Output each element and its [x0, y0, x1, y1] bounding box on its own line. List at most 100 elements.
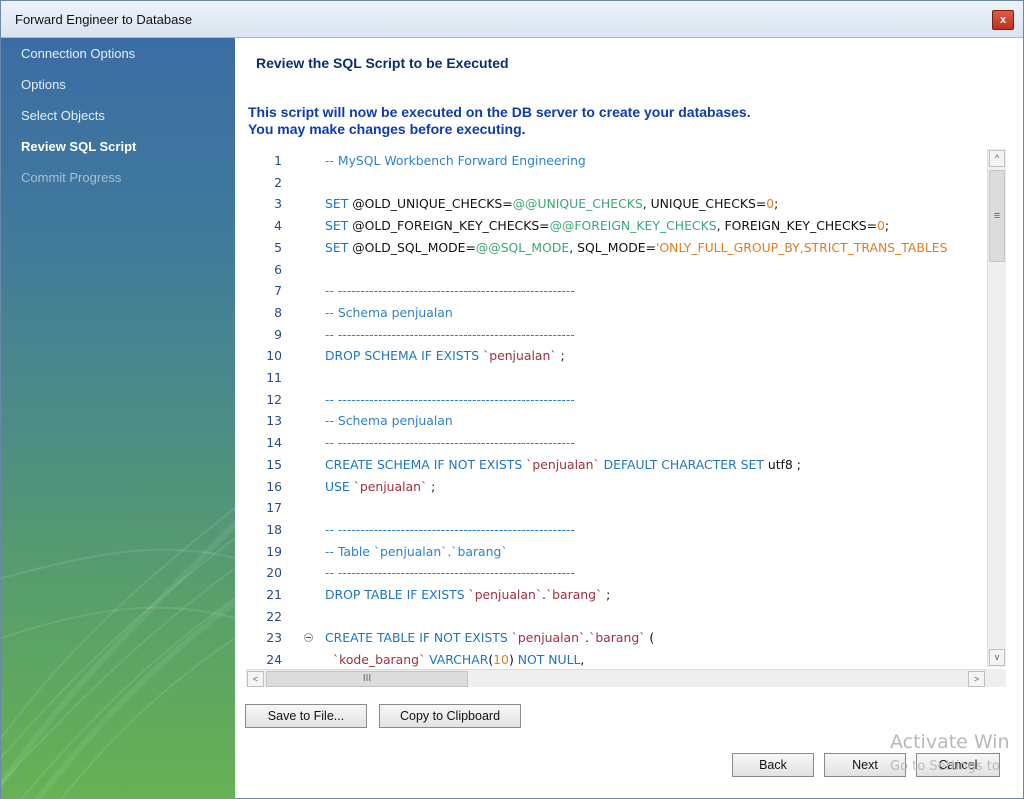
code-token: -- Schema penjualan	[325, 413, 453, 429]
line-number: 1	[274, 153, 282, 168]
code-token: `barang`	[545, 587, 603, 602]
code-line[interactable]: 19 -- Table `penjualan`.`barang`	[246, 542, 987, 562]
code-token: -- -------------------------------------…	[325, 435, 575, 451]
code-token: -- -------------------------------------…	[325, 565, 575, 581]
code-token: (	[645, 630, 655, 646]
scroll-down-button[interactable]: v	[989, 649, 1005, 666]
code-token: CREATE TABLE IF NOT EXISTS	[325, 630, 512, 646]
code-line[interactable]: 11	[246, 368, 987, 388]
sidebar-item-select-objects[interactable]: Select Objects	[21, 108, 105, 123]
code-line[interactable]: 3 SET @OLD_UNIQUE_CHECKS=@@UNIQUE_CHECKS,…	[246, 194, 987, 214]
code-line[interactable]: 1 -- MySQL Workbench Forward Engineering	[246, 151, 987, 171]
code-line[interactable]: 6	[246, 260, 987, 280]
scroll-right-button[interactable]: >	[968, 671, 985, 687]
code-line[interactable]: 23 CREATE TABLE IF NOT EXISTS `penjualan`…	[246, 628, 987, 648]
code-token: 10	[493, 652, 509, 667]
chevron-down-icon: v	[994, 652, 1000, 662]
code-token: SET	[325, 239, 353, 255]
code-line[interactable]: 17	[246, 498, 987, 518]
line-number: 20	[266, 565, 282, 581]
code-token: `penjualan`	[511, 630, 586, 646]
scroll-up-button[interactable]: ^	[989, 150, 1005, 167]
code-token: @OLD_FOREIGN_KEY_CHECKS=	[352, 218, 550, 234]
code-token: DROP SCHEMA IF EXISTS	[325, 348, 484, 364]
code-line[interactable]: 24 `kode_barang` VARCHAR(10) NOT NULL,	[246, 650, 987, 667]
code-text: CREATE TABLE IF NOT EXISTS `penjualan`.`…	[325, 628, 654, 648]
code-text: -- -------------------------------------…	[325, 390, 575, 410]
code-line[interactable]: 16 USE `penjualan` ;	[246, 477, 987, 497]
code-text: -- -------------------------------------…	[325, 520, 575, 540]
line-number: 10	[266, 348, 282, 364]
title-bar: Forward Engineer to Database x	[1, 1, 1023, 38]
code-token: `barang`	[589, 630, 646, 646]
close-button[interactable]: x	[992, 10, 1014, 30]
code-line[interactable]: 10 DROP SCHEMA IF EXISTS `penjualan` ;	[246, 346, 987, 366]
code-line[interactable]: 7 -- ------------------------------------…	[246, 281, 987, 301]
code-token: NOT NULL	[517, 652, 581, 667]
line-number: 12	[266, 391, 282, 407]
back-button[interactable]: Back	[732, 753, 814, 777]
code-token: @@UNIQUE_CHECKS	[512, 196, 643, 212]
close-icon: x	[999, 14, 1007, 26]
chevron-right-icon: >	[973, 674, 980, 684]
code-token: -- Table `penjualan`.`barang`	[325, 543, 508, 559]
sidebar-item-review-sql-script[interactable]: Review SQL Script	[21, 139, 136, 154]
code-token: ,	[580, 652, 585, 667]
vertical-scrollbar[interactable]: ^ ≡ v	[987, 149, 1006, 667]
copy-to-clipboard-button[interactable]: Copy to Clipboard	[379, 704, 521, 728]
description-line-1: This script will now be executed on the …	[248, 104, 751, 120]
code-line[interactable]: 15 CREATE SCHEMA IF NOT EXISTS `penjualan…	[246, 455, 987, 475]
code-line[interactable]: 14 -- -----------------------------------…	[246, 433, 987, 453]
code-line[interactable]: 2	[246, 173, 987, 193]
code-line[interactable]: 20 -- -----------------------------------…	[246, 563, 987, 583]
horizontal-scrollbar[interactable]: < III >	[246, 669, 987, 687]
code-token: -- -------------------------------------…	[325, 521, 575, 537]
code-token: ;	[774, 196, 779, 212]
code-text: SET @OLD_UNIQUE_CHECKS=@@UNIQUE_CHECKS, …	[325, 194, 778, 214]
code-token: 'ONLY_FULL_GROUP_BY,STRICT_TRANS_TABLES	[656, 239, 948, 255]
code-token: DROP TABLE IF EXISTS	[325, 587, 469, 602]
code-line[interactable]: 9 -- ------------------------------------…	[246, 325, 987, 345]
code-token: , SQL_MODE=	[569, 239, 657, 255]
save-to-file-button[interactable]: Save to File...	[245, 704, 367, 728]
code-token: SET	[325, 196, 353, 212]
sidebar-item-connection-options[interactable]: Connection Options	[21, 46, 135, 61]
code-token: `penjualan`	[468, 587, 543, 602]
code-line[interactable]: 4 SET @OLD_FOREIGN_KEY_CHECKS=@@FOREIGN_K…	[246, 216, 987, 236]
code-line[interactable]: 12 -- -----------------------------------…	[246, 390, 987, 410]
code-line[interactable]: 13 -- Schema penjualan	[246, 411, 987, 431]
code-text: -- -------------------------------------…	[325, 433, 575, 453]
code-token: @@SQL_MODE	[475, 239, 570, 255]
line-number: 4	[274, 218, 282, 234]
activation-watermark-line-2: Go to Settings to	[890, 759, 1000, 774]
horizontal-scroll-thumb[interactable]: III	[266, 671, 468, 687]
code-line[interactable]: 5 SET @OLD_SQL_MODE=@@SQL_MODE, SQL_MODE=…	[246, 238, 987, 258]
sidebar-item-options[interactable]: Options	[21, 77, 66, 92]
code-token: ;	[427, 478, 436, 494]
code-line[interactable]: 22	[246, 607, 987, 627]
sidebar-item-commit-progress: Commit Progress	[21, 170, 122, 185]
activation-watermark-line-1: Activate Win	[890, 731, 1010, 753]
grip-icon: ≡	[993, 210, 1001, 222]
line-number: 13	[266, 413, 282, 429]
code-line[interactable]: 18 -- -----------------------------------…	[246, 520, 987, 540]
line-number: 21	[266, 587, 282, 602]
code-text: -- -------------------------------------…	[325, 325, 575, 345]
line-number: 22	[266, 608, 282, 624]
code-token: ;	[602, 587, 611, 602]
line-number: 14	[266, 435, 282, 451]
code-text: -- Table `penjualan`.`barang`	[325, 542, 508, 562]
vertical-scroll-thumb[interactable]: ≡	[989, 170, 1005, 262]
code-token: , FOREIGN_KEY_CHECKS=	[716, 218, 878, 234]
line-number: 19	[266, 543, 282, 559]
code-text: DROP SCHEMA IF EXISTS `penjualan` ;	[325, 346, 565, 366]
code-token: utf8 ;	[767, 456, 801, 472]
sql-script-editor[interactable]: 1 -- MySQL Workbench Forward Engineering 2…	[246, 149, 987, 667]
code-token: -- -------------------------------------…	[325, 391, 575, 407]
code-line[interactable]: 21 DROP TABLE IF EXISTS `penjualan`.`bara…	[246, 585, 987, 605]
scroll-left-button[interactable]: <	[247, 671, 264, 687]
code-token: USE	[325, 478, 354, 494]
fold-toggle-icon[interactable]	[304, 633, 313, 643]
code-line[interactable]: 8 -- Schema penjualan	[246, 303, 987, 323]
